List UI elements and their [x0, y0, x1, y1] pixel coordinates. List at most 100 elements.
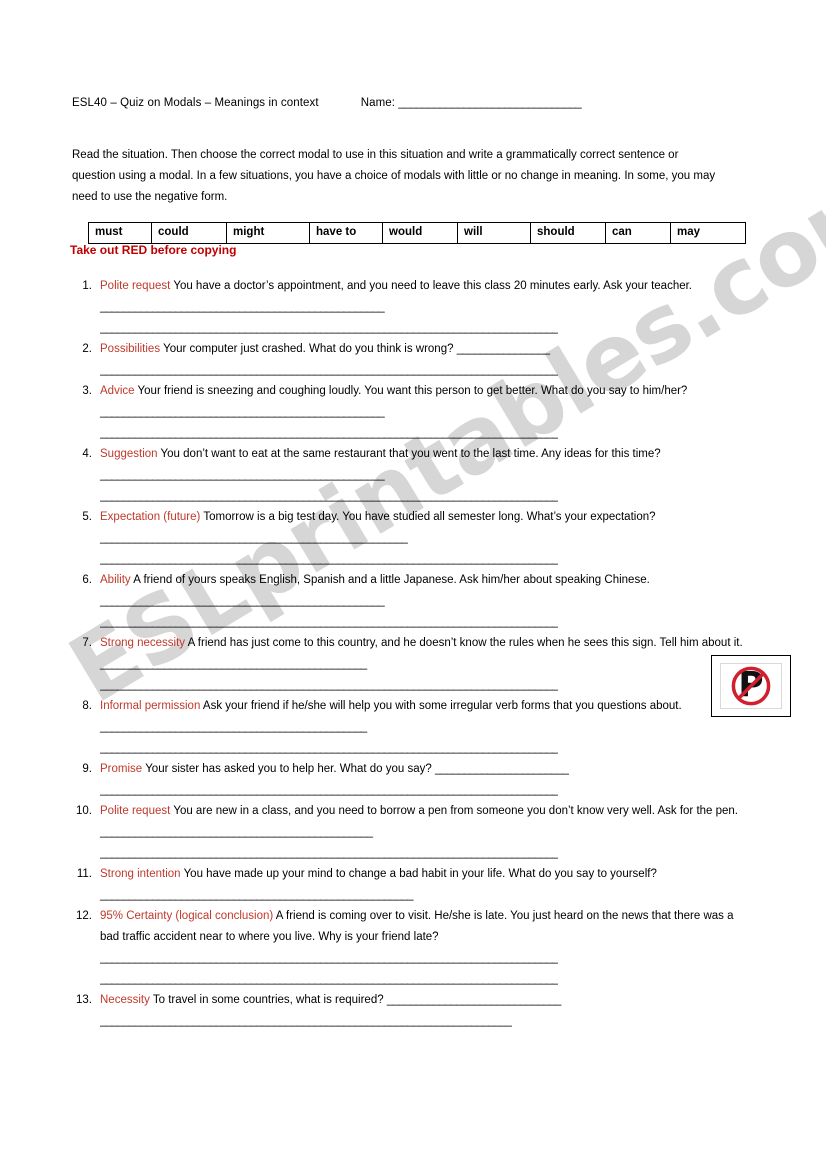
question-item: 2. Possibilities Your computer just crash… [72, 339, 752, 360]
red-removal-note: Take out RED before copying [70, 243, 237, 257]
question-item: 1. Polite request You have a doctor’s app… [72, 276, 752, 318]
question-body: Expectation (future) Tomorrow is a big t… [100, 507, 752, 549]
question-situation-text: You are new in a class, and you need to … [173, 805, 739, 817]
worksheet-page: ESLprintables.com ESL40 – Quiz on Modals… [0, 0, 826, 1169]
name-blank-line[interactable]: _______________________________ [398, 97, 581, 109]
answer-blank-inline[interactable]: ________________________________________… [100, 826, 373, 838]
question-situation-text: Your sister has asked you to help her. W… [145, 763, 435, 775]
answer-blank-row: ________________________________________… [72, 318, 752, 339]
question-situation-text: Your computer just crashed. What do you … [163, 343, 457, 355]
name-label: Name: [360, 97, 396, 109]
answer-blank-row: ________________________________________… [72, 423, 752, 444]
answer-blank-line[interactable]: ________________________________________… [100, 549, 558, 570]
answer-blank-line[interactable]: ________________________________________… [100, 423, 558, 444]
modal-cell-must: must [88, 222, 152, 244]
question-item: 11. Strong intention You have made up you… [72, 864, 752, 906]
answer-blank-line[interactable]: ________________________________________… [100, 738, 558, 759]
question-item: 12. 95% Certainty (logical conclusion) A … [72, 906, 752, 948]
answer-blank-inline[interactable]: ________________________________________… [100, 301, 385, 313]
answer-blank-inline[interactable]: ________________________________________… [100, 469, 385, 481]
question-number: 11. [76, 868, 92, 880]
answer-blank-line[interactable]: ________________________________________… [100, 843, 558, 864]
question-item: 8. Informal permission Ask your friend if… [72, 696, 752, 738]
question-number: 13. [76, 994, 92, 1006]
question-body: Strong necessity A friend has just come … [100, 633, 752, 675]
question-number: 5. [82, 511, 92, 523]
answer-blank-inline[interactable]: _______________________ [435, 763, 569, 775]
question-list: 1. Polite request You have a doctor’s app… [72, 276, 752, 1032]
question-number: 10. [76, 805, 92, 817]
modal-cell-will: will [457, 222, 531, 244]
modal-cell-could: could [151, 222, 227, 244]
question-function-label: Necessity [100, 994, 150, 1006]
question-item: 13. Necessity To travel in some countries… [72, 990, 752, 1011]
answer-blank-line[interactable]: ________________________________________… [100, 318, 558, 339]
answer-blank-inline[interactable]: ________________________________________… [100, 658, 367, 670]
answer-blank-inline[interactable]: ________________________________________… [100, 595, 385, 607]
answer-blank-inline[interactable]: ________________________________________… [100, 406, 385, 418]
question-body: 95% Certainty (logical conclusion) A fri… [100, 906, 752, 948]
modal-cell-would: would [382, 222, 458, 244]
answer-blank-line[interactable]: ________________________________________… [100, 612, 558, 633]
question-function-label: Ability [100, 574, 131, 586]
no-parking-sign-inner: P [720, 663, 782, 709]
question-number: 7. [82, 637, 92, 649]
answer-blank-line[interactable]: ________________________________________… [100, 969, 558, 990]
no-parking-icon: P [731, 666, 771, 706]
question-number: 3. [82, 385, 92, 397]
question-item: 4. Suggestion You don’t want to eat at th… [72, 444, 752, 486]
question-body: Strong intention You have made up your m… [100, 864, 752, 906]
question-body: Polite request You are new in a class, a… [100, 801, 752, 843]
answer-blank-row: ________________________________________… [72, 843, 752, 864]
answer-blank-line[interactable]: ________________________________________… [100, 1011, 512, 1032]
question-function-label: Strong necessity [100, 637, 186, 649]
answer-blank-line[interactable]: ________________________________________… [100, 486, 558, 507]
question-number: 2. [82, 343, 92, 355]
question-item: 3. Advice Your friend is sneezing and cou… [72, 381, 752, 423]
answer-blank-inline[interactable]: ________________________________________… [100, 889, 414, 901]
answer-blank-line[interactable]: ________________________________________… [100, 948, 558, 969]
question-item: 9. Promise Your sister has asked you to h… [72, 759, 752, 780]
question-number: 6. [82, 574, 92, 586]
answer-blank-row: ________________________________________… [72, 1011, 752, 1032]
modal-word-bank-table: must could might have to would will should can m… [88, 222, 746, 244]
question-number: 4. [82, 448, 92, 460]
question-function-label: Advice [100, 385, 135, 397]
question-situation-text: You have made up your mind to change a b… [183, 868, 657, 880]
question-number: 12. [76, 910, 92, 922]
question-item: 7. Strong necessity A friend has just com… [72, 633, 752, 675]
question-item: 5. Expectation (future) Tomorrow is a big… [72, 507, 752, 549]
answer-blank-row: ________________________________________… [72, 675, 752, 696]
answer-blank-line[interactable]: ________________________________________… [100, 360, 558, 381]
answer-blank-row: ________________________________________… [72, 948, 752, 969]
answer-blank-inline[interactable]: ________________________________________… [100, 721, 367, 733]
answer-blank-line[interactable]: ________________________________________… [100, 780, 558, 801]
question-body: Informal permission Ask your friend if h… [100, 696, 752, 738]
modal-cell-might: might [226, 222, 310, 244]
table-row: must could might have to would will should can m… [88, 222, 746, 244]
answer-blank-row: ________________________________________… [72, 969, 752, 990]
question-body: Ability A friend of yours speaks English… [100, 570, 752, 612]
worksheet-title: ESL40 – Quiz on Modals – Meanings in con… [72, 97, 319, 109]
question-function-label: Expectation (future) [100, 511, 201, 523]
answer-blank-inline[interactable]: ________________________________________… [100, 532, 408, 544]
answer-blank-inline[interactable]: ________________ [457, 343, 550, 355]
modal-cell-may: may [670, 222, 746, 244]
question-function-label: Polite request [100, 280, 171, 292]
question-number: 8. [82, 700, 92, 712]
question-body: Necessity To travel in some countries, w… [100, 990, 752, 1011]
answer-blank-row: ________________________________________… [72, 549, 752, 570]
question-function-label: Promise [100, 763, 143, 775]
question-body: Advice Your friend is sneezing and cough… [100, 381, 752, 423]
question-body: Polite request You have a doctor’s appoi… [100, 276, 752, 318]
question-number: 9. [82, 763, 92, 775]
answer-blank-line[interactable]: ________________________________________… [100, 675, 558, 696]
answer-blank-inline[interactable]: ______________________________ [387, 994, 561, 1006]
question-situation-text: A friend has just come to this country, … [187, 637, 743, 649]
question-body: Suggestion You don’t want to eat at the … [100, 444, 752, 486]
modal-cell-should: should [530, 222, 606, 244]
question-situation-text: Ask your friend if he/she will help you … [202, 700, 682, 712]
question-body: Promise Your sister has asked you to hel… [100, 759, 752, 780]
question-situation-text: Tomorrow is a big test day. You have stu… [203, 511, 656, 523]
question-function-label: 95% Certainty (logical conclusion) [100, 910, 274, 922]
